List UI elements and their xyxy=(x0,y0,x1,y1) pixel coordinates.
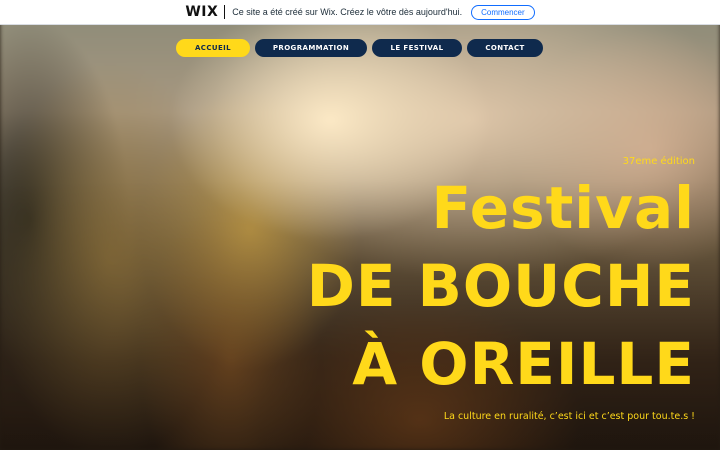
wix-logo[interactable]: WIX xyxy=(185,4,218,20)
edition-label: 37eme édition xyxy=(622,156,695,167)
hero-tagline: La culture en ruralité, c’est ici et c’e… xyxy=(443,411,695,422)
wix-banner-message: Ce site a été créé sur Wix. Créez le vôt… xyxy=(232,7,463,17)
nav-item-le-festival[interactable]: LE FESTIVAL xyxy=(372,39,462,57)
banner-divider xyxy=(224,5,226,19)
hero-text-block: 37eme édition Festival DE BOUCHE À OREIL… xyxy=(307,156,695,422)
main-nav: ACCUEIL PROGRAMMATION LE FESTIVAL CONTAC… xyxy=(176,39,543,57)
start-button[interactable]: Commencer xyxy=(471,4,535,20)
nav-item-programmation[interactable]: PROGRAMMATION xyxy=(255,39,367,57)
nav-item-contact[interactable]: CONTACT xyxy=(467,39,543,57)
wix-banner: WIX Ce site a été créé sur Wix. Créez le… xyxy=(0,0,720,25)
hero-title-line-3: À OREILLE xyxy=(352,330,695,398)
hero-title-line-1: Festival xyxy=(431,174,695,242)
hero-title-line-2: DE BOUCHE xyxy=(306,252,695,320)
page: WIX Ce site a été créé sur Wix. Créez le… xyxy=(0,0,720,450)
nav-item-accueil[interactable]: ACCUEIL xyxy=(176,39,250,57)
